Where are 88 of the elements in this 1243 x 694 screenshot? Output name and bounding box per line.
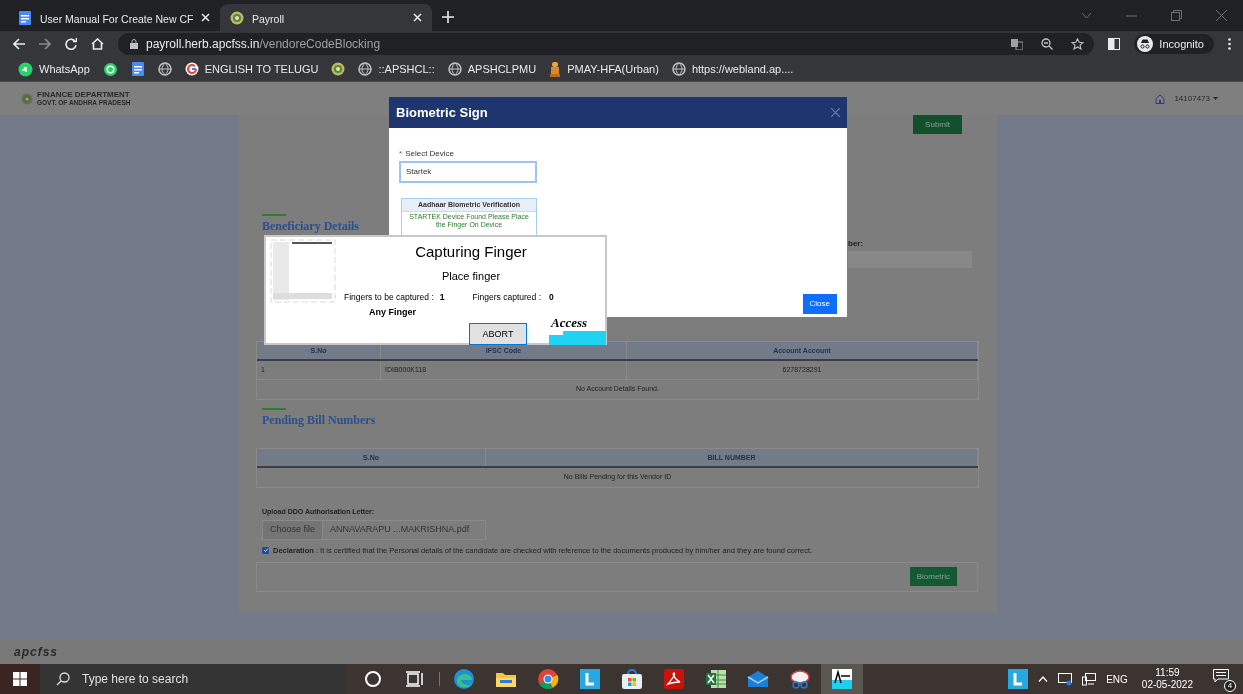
bookmark-item[interactable]: ENGLISH TO TELUGU <box>184 60 319 78</box>
caret-icon <box>1213 97 1218 100</box>
checkbox[interactable] <box>262 546 269 554</box>
field-label: Select Device <box>405 148 455 160</box>
more-icon[interactable] <box>1228 38 1231 50</box>
clock[interactable]: 11:59 02-05-2022 <box>1141 667 1193 691</box>
browser-tab[interactable]: Payroll <box>220 4 432 31</box>
restore-icon[interactable] <box>1171 10 1182 21</box>
search-icon <box>56 672 70 686</box>
user-menu[interactable]: 14107473 <box>1174 92 1218 105</box>
whatsapp-icon[interactable] <box>102 61 118 77</box>
launcher-icon <box>580 669 600 689</box>
taskbar-app[interactable] <box>821 664 863 694</box>
star-icon[interactable] <box>1071 38 1085 50</box>
input-field[interactable] <box>848 251 972 268</box>
globe-icon <box>358 62 373 76</box>
scissors-icon <box>789 669 811 689</box>
count-label: Fingers to be captured : <box>344 291 434 304</box>
abort-button[interactable]: ABORT <box>469 323 527 346</box>
store-icon <box>621 669 643 689</box>
bookmark-item[interactable]: https://webland.ap.... <box>671 60 794 78</box>
edge-icon <box>453 668 475 690</box>
seal-icon[interactable] <box>331 62 346 76</box>
circle-icon <box>364 670 382 688</box>
count-label: Fingers captured : <box>472 291 542 304</box>
back-icon[interactable] <box>13 38 25 50</box>
new-tab-icon[interactable] <box>442 11 454 23</box>
spreadsheet-icon <box>705 669 727 689</box>
tab-title: Payroll <box>252 12 285 25</box>
address-bar[interactable]: payroll.herb.apcfss.in/vendoreCodeBlocking <box>118 33 1095 55</box>
search-field[interactable]: Type here to search <box>40 664 346 694</box>
translate-icon[interactable] <box>1011 38 1024 50</box>
forward-icon[interactable] <box>39 38 51 50</box>
heading-accent <box>262 214 286 216</box>
tab-title: User Manual For Create New CF <box>40 12 194 25</box>
notification-count: 4 <box>1224 680 1236 692</box>
bookmark-item[interactable]: APSHCLPMU <box>447 60 537 78</box>
field-label: ber: <box>848 238 865 250</box>
footer-logo: apcfss <box>14 644 59 661</box>
count-value: 1 <box>439 291 445 304</box>
document-icon <box>18 10 32 25</box>
message-icon <box>1213 669 1229 683</box>
launcher-icon[interactable] <box>1008 669 1029 689</box>
whatsapp-icon <box>18 61 33 77</box>
pdf-icon <box>664 669 684 689</box>
side-panel-icon[interactable] <box>1108 38 1121 50</box>
bookmark-item[interactable]: PMAY-HFA(Urban) <box>549 60 659 78</box>
url-text: payroll.herb.apcfss.in/vendoreCodeBlocking <box>146 36 381 53</box>
finger-label: Any Finger <box>369 305 416 319</box>
lock-icon <box>130 39 138 49</box>
select-field[interactable]: Startek <box>399 161 537 183</box>
screen-icon[interactable] <box>1058 672 1073 686</box>
close-button[interactable]: Close <box>802 294 837 314</box>
bookmark-item[interactable]: ::APSHCL:: <box>358 60 435 78</box>
seal-icon <box>230 10 244 25</box>
google-icon <box>184 62 199 76</box>
chrome-icon <box>537 668 559 690</box>
chevron-down-icon[interactable] <box>1081 12 1092 19</box>
windows-icon[interactable] <box>13 672 27 686</box>
chevron-up-icon[interactable] <box>1038 676 1049 682</box>
profile-button[interactable]: Incognito <box>1134 34 1214 54</box>
task-view-icon <box>406 671 424 687</box>
mail-icon <box>747 670 769 688</box>
language-indicator[interactable]: ENG <box>1106 671 1128 687</box>
network-icon[interactable] <box>1082 672 1097 686</box>
count-value: 0 <box>549 291 554 304</box>
zoom-icon[interactable] <box>1041 38 1054 50</box>
fingerprint-app-icon <box>832 669 852 689</box>
org-name: FINANCE DEPARTMENT <box>37 90 131 99</box>
seal-icon <box>21 92 33 105</box>
incognito-icon <box>1137 36 1154 52</box>
bookmark-item[interactable]: WhatsApp <box>18 60 90 78</box>
section-heading: Beneficiary Details <box>262 218 359 235</box>
required-mark: * <box>399 148 403 160</box>
capture-subtitle: Place finger <box>441 268 501 284</box>
capture-title: Capturing Finger <box>415 242 527 262</box>
heading-accent <box>262 408 286 410</box>
reload-icon[interactable] <box>65 38 77 50</box>
notification-button[interactable]: 4 <box>1213 669 1233 689</box>
globe-icon <box>447 62 462 76</box>
globe-icon[interactable] <box>157 62 172 76</box>
globe-icon <box>671 62 686 76</box>
section-heading: Pending Bill Numbers <box>262 412 376 429</box>
document-icon[interactable] <box>130 62 145 76</box>
submit-button[interactable]: Submit <box>913 115 962 134</box>
dialog-title: Biometric Sign <box>396 103 488 122</box>
emblem-icon <box>549 61 562 77</box>
folder-icon <box>495 670 517 688</box>
